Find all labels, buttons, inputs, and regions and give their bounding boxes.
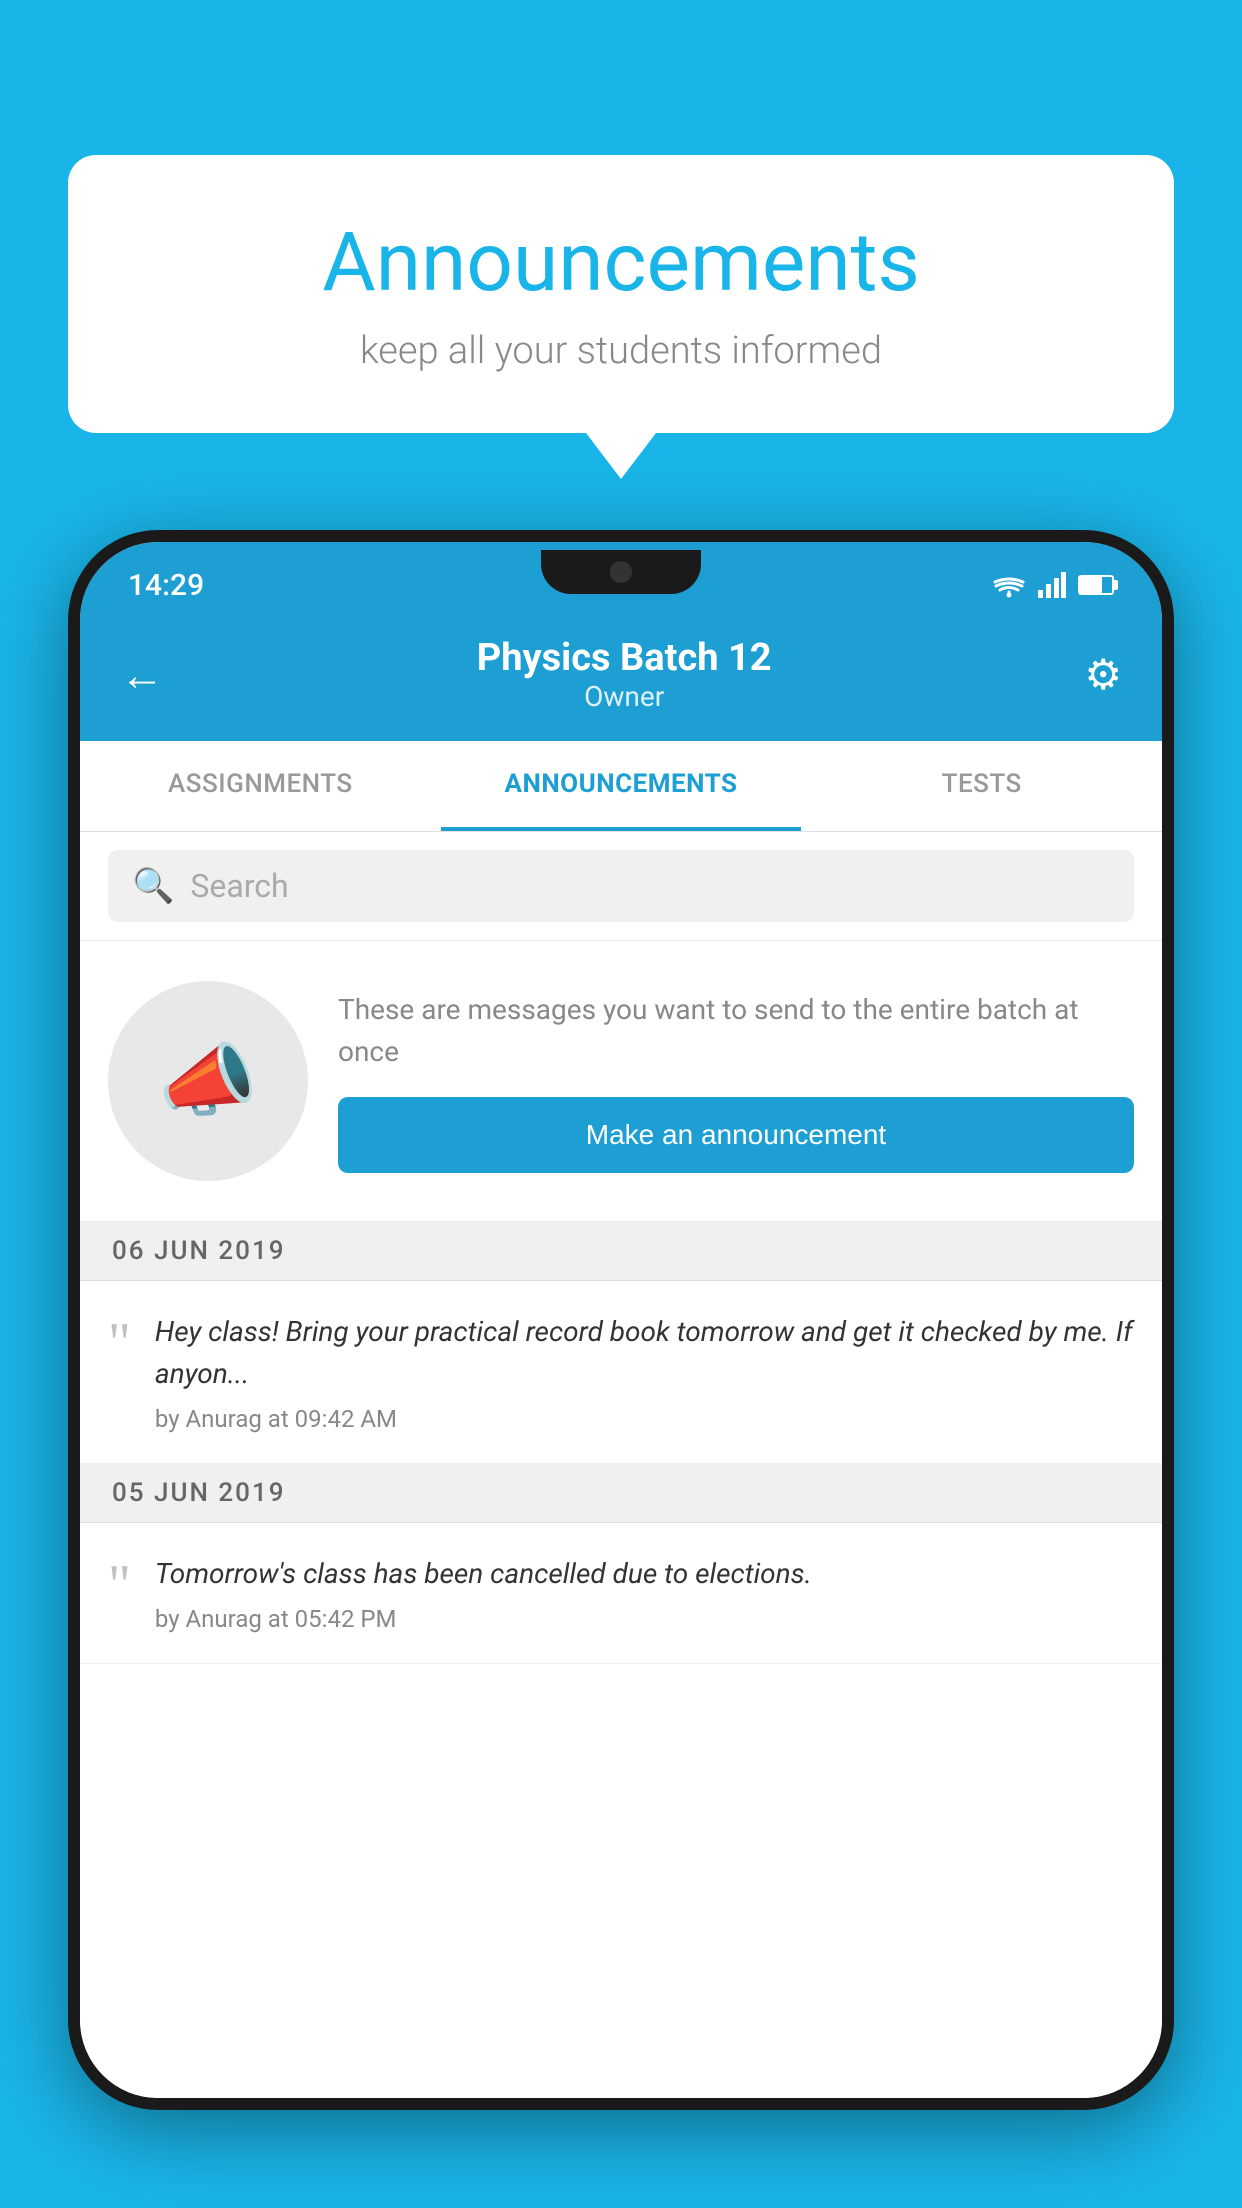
- status-time: 14:29: [128, 568, 204, 603]
- phone-screen: 14:29: [80, 542, 1162, 2098]
- bubble-subtitle: keep all your students informed: [148, 329, 1094, 373]
- megaphone-circle: 📣: [108, 981, 308, 1181]
- search-icon: 🔍: [132, 866, 174, 906]
- battery-fill: [1080, 577, 1102, 593]
- back-button[interactable]: ←: [120, 649, 164, 701]
- phone-notch: [541, 550, 701, 594]
- camera-dot: [610, 561, 632, 583]
- announcement-text-2: Tomorrow's class has been cancelled due …: [155, 1553, 1134, 1595]
- quote-icon-1: ": [108, 1315, 131, 1371]
- search-input-wrapper[interactable]: 🔍 Search: [108, 850, 1134, 922]
- announcement-author-2: by Anurag at 05:42 PM: [155, 1605, 1134, 1633]
- tab-bar: ASSIGNMENTS ANNOUNCEMENTS TESTS: [80, 741, 1162, 832]
- screen-content: 🔍 Search 📣 These are messages you want t…: [80, 832, 1162, 2098]
- settings-icon[interactable]: ⚙: [1084, 650, 1122, 700]
- promo-right: These are messages you want to send to t…: [338, 989, 1134, 1173]
- header-subtitle: Owner: [477, 680, 772, 713]
- status-icons: [992, 572, 1114, 598]
- announcement-promo: 📣 These are messages you want to send to…: [80, 941, 1162, 1222]
- megaphone-icon: 📣: [158, 1034, 258, 1128]
- signal-icon: [1038, 572, 1066, 598]
- announcement-content-2: Tomorrow's class has been cancelled due …: [155, 1553, 1134, 1633]
- battery-icon: [1078, 575, 1114, 595]
- phone-wrapper: 14:29: [68, 530, 1174, 2208]
- speech-bubble-wrapper: Announcements keep all your students inf…: [68, 155, 1174, 433]
- announcement-item-1[interactable]: " Hey class! Bring your practical record…: [80, 1281, 1162, 1464]
- tab-announcements[interactable]: ANNOUNCEMENTS: [441, 741, 802, 831]
- header-title: Physics Batch 12: [477, 636, 772, 680]
- search-bar: 🔍 Search: [80, 832, 1162, 941]
- quote-icon-2: ": [108, 1557, 131, 1613]
- app-header: ← Physics Batch 12 Owner ⚙: [80, 614, 1162, 741]
- search-placeholder: Search: [190, 867, 288, 905]
- wifi-icon: [992, 572, 1026, 598]
- tab-assignments[interactable]: ASSIGNMENTS: [80, 741, 441, 831]
- tab-tests[interactable]: TESTS: [801, 741, 1162, 831]
- promo-description: These are messages you want to send to t…: [338, 989, 1134, 1073]
- make-announcement-button[interactable]: Make an announcement: [338, 1097, 1134, 1173]
- header-center: Physics Batch 12 Owner: [477, 636, 772, 713]
- speech-bubble: Announcements keep all your students inf…: [68, 155, 1174, 433]
- date-separator-1: 06 JUN 2019: [80, 1222, 1162, 1281]
- announcement-content-1: Hey class! Bring your practical record b…: [155, 1311, 1134, 1433]
- bubble-title: Announcements: [148, 215, 1094, 311]
- phone-frame: 14:29: [68, 530, 1174, 2110]
- announcement-text-1: Hey class! Bring your practical record b…: [155, 1311, 1134, 1395]
- announcement-item-2[interactable]: " Tomorrow's class has been cancelled du…: [80, 1523, 1162, 1664]
- date-separator-2: 05 JUN 2019: [80, 1464, 1162, 1523]
- announcement-author-1: by Anurag at 09:42 AM: [155, 1405, 1134, 1433]
